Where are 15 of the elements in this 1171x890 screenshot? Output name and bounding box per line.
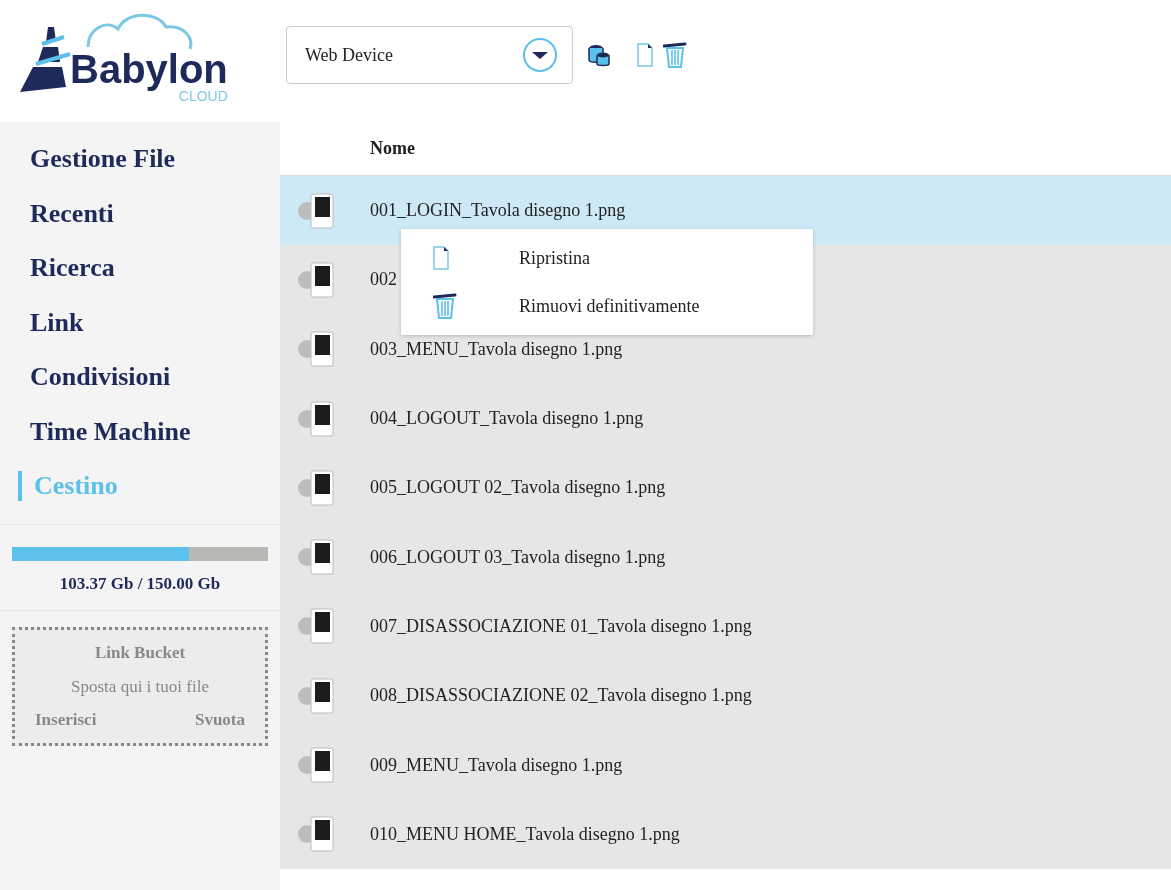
- file-name: 005_LOGOUT 02_Tavola disegno 1.png: [370, 476, 666, 500]
- file-name: 006_LOGOUT 03_Tavola disegno 1.png: [370, 545, 666, 569]
- storage-reading: 103.37 Gb / 150.00 Gb: [59, 572, 221, 595]
- logo-tagline: CLOUD: [178, 89, 228, 103]
- file-name: 004_LOGOUT_Tavola disegno 1.png: [370, 407, 644, 431]
- file-name: 001_LOGIN_Tavola disegno 1.png: [370, 199, 626, 223]
- file-name: 002: [370, 268, 397, 292]
- file-name: 003_MENU_Tavola disegno 1.png: [370, 337, 623, 361]
- link-bucket-hint: Sposta qui i tuoi file: [71, 675, 209, 698]
- file-name: 008_DISASSOCIAZIONE 02_Tavola disegno 1.png: [370, 684, 752, 708]
- link-bucket-title: Link Bucket: [94, 642, 186, 664]
- file-name: 009_MENU_Tavola disegno 1.png: [370, 753, 623, 777]
- logo-wordmark: Babylon: [70, 49, 228, 89]
- file-name: 007_DISASSOCIAZIONE 01_Tavola disegno 1.png: [370, 614, 752, 638]
- file-name: 010_MENU HOME_Tavola disegno 1.png: [370, 822, 680, 846]
